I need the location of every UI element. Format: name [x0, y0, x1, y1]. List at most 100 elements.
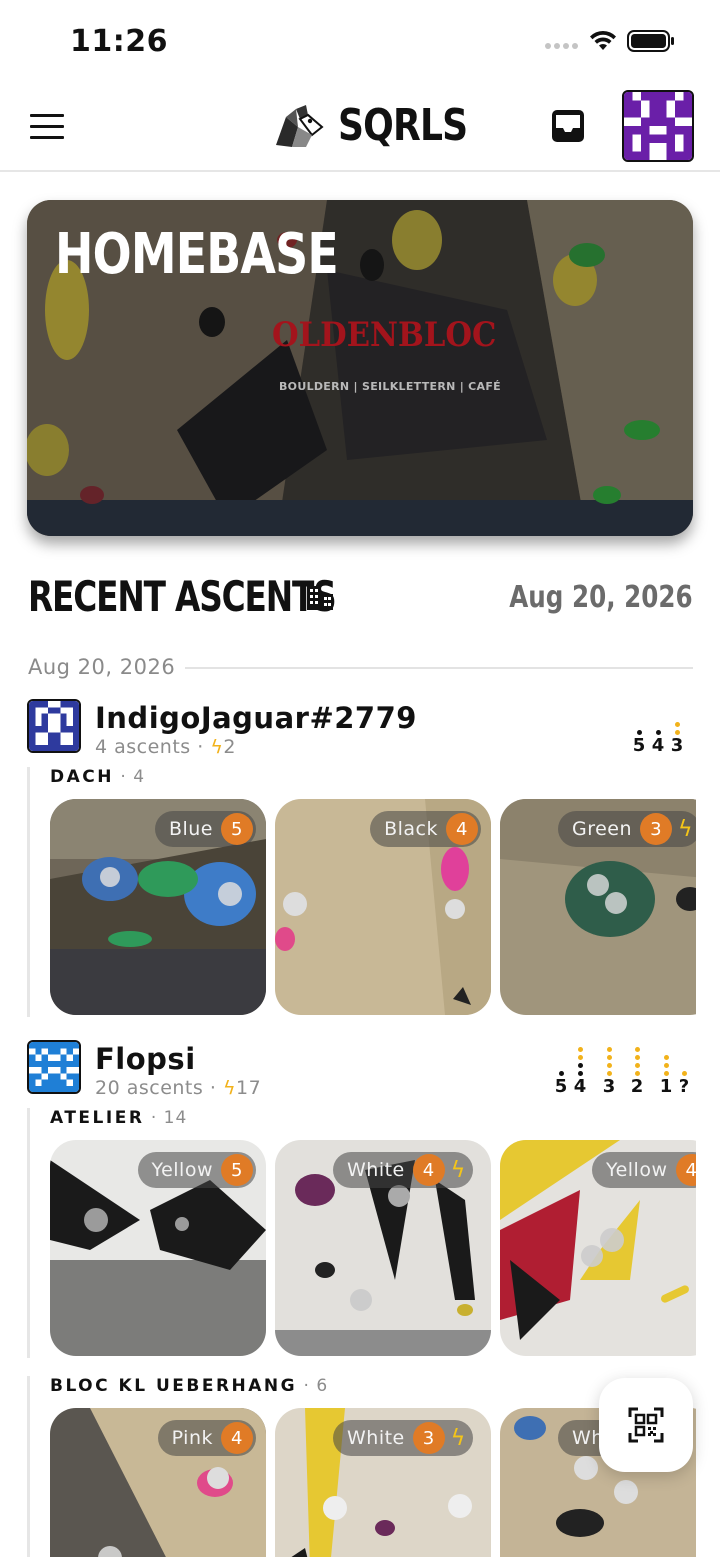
building-icon[interactable] [305, 582, 335, 612]
grade-column: 5 [553, 1071, 569, 1096]
top-nav-bar: SQRLS [0, 80, 720, 172]
gym-area-group: ATELIER · 14 Yellow 5 White 4 ϟ Yellow 4 [27, 1108, 696, 1358]
route-badge: Pink 4 [157, 1420, 256, 1456]
ascent-count: 20 ascents [95, 1077, 204, 1099]
grade-label: ? [678, 1076, 690, 1097]
user-name[interactable]: Flopsi [95, 1042, 196, 1076]
grade-label: 4 [651, 735, 665, 756]
area-label: DACH · 4 [50, 767, 146, 787]
grade-label: 2 [630, 1076, 644, 1097]
wifi-icon [590, 30, 616, 50]
grade-distribution: 5 4 3 [631, 699, 693, 755]
identicon-indigo [29, 701, 79, 751]
gym-area-group: BLOC KL UEBERHANG · 6 Pink 4 White 3 ϟ [27, 1376, 696, 1557]
area-name: ATELIER [50, 1108, 145, 1128]
day-separator: Aug 20, 2026 [28, 655, 693, 683]
area-name: DACH [50, 767, 114, 787]
hold-color: Pink [171, 1427, 213, 1449]
ascent-carousel[interactable]: Yellow 5 White 4 ϟ Yellow 4 [50, 1140, 696, 1358]
gym-tagline: BOULDERN | SEILKLETTERN | CAFÉ [279, 380, 502, 393]
route-badge: White 4 ϟ [333, 1152, 473, 1188]
gym-logo-text: OLDENBLOC [272, 315, 497, 355]
homebase-card[interactable]: HOMEBASE OLDENBLOC BOULDERN | SEILKLETTE… [27, 200, 693, 536]
ascent-tile[interactable]: Yellow 5 [50, 1140, 266, 1356]
route-badge: Blue 5 [154, 811, 256, 847]
battery-icon [627, 30, 674, 52]
grade-badge: 3 [640, 813, 673, 845]
user-avatar[interactable] [27, 699, 81, 753]
area-label: BLOC KL UEBERHANG · 6 [50, 1376, 329, 1396]
qr-code-icon [628, 1407, 664, 1443]
status-bar: 11:26 [0, 0, 720, 80]
grade-badge: 5 [221, 813, 253, 845]
area-count: 6 [316, 1376, 329, 1396]
section-title: RECENT ASCENTS [28, 572, 337, 621]
user-name[interactable]: IndigoJaguar#2779 [95, 701, 417, 735]
hold-color: Yellow [151, 1159, 213, 1181]
area-label: ATELIER · 14 [50, 1108, 188, 1128]
grade-column: 4 [572, 1047, 588, 1096]
flash-icon: ϟ [450, 1425, 466, 1451]
flash-count: 2 [223, 736, 236, 758]
user-stats: 20 ascents · ϟ17 [95, 1077, 262, 1099]
status-time: 11:26 [70, 24, 168, 59]
date-picker[interactable]: Aug 20, 2026 [510, 580, 693, 615]
divider [185, 667, 693, 669]
hamburger-menu-icon[interactable] [30, 114, 64, 140]
ascent-tile[interactable]: Yellow 4 [500, 1140, 696, 1356]
grade-label: 3 [602, 1076, 616, 1097]
grade-badge: 4 [412, 1154, 445, 1186]
hold-color: Black [384, 818, 438, 840]
area-name: BLOC KL UEBERHANG [50, 1376, 298, 1396]
flash-icon: ϟ [210, 736, 224, 758]
day-label: Aug 20, 2026 [28, 655, 176, 679]
grade-distribution: 5 4 3 2 1 ? [553, 1040, 693, 1096]
ascent-tile[interactable]: White 3 ϟ [275, 1408, 491, 1557]
ascent-tile[interactable]: Green 3 ϟ [500, 799, 696, 1015]
profile-avatar[interactable] [622, 90, 694, 162]
cellular-signal-icon [545, 43, 578, 49]
grade-label: 5 [632, 735, 646, 756]
grade-badge: 3 [412, 1422, 445, 1454]
homebase-title: HOMEBASE [55, 222, 339, 287]
grade-label: 4 [573, 1076, 587, 1097]
inbox-icon[interactable] [550, 108, 586, 144]
grade-label: 3 [670, 735, 684, 756]
grade-column: ? [676, 1071, 692, 1096]
hold-color: Yellow [606, 1159, 668, 1181]
grade-badge: 5 [221, 1154, 253, 1186]
gym-area-group: DACH · 4 Blue 5 Black 4 Green 3 ϟ [27, 767, 696, 1017]
route-badge: White 3 ϟ [333, 1420, 473, 1456]
grade-column: 3 [669, 722, 685, 755]
user-avatar[interactable] [27, 1040, 81, 1094]
squirrel-logo-icon [276, 104, 324, 147]
grade-column: 2 [629, 1047, 645, 1096]
area-count: 4 [133, 767, 146, 787]
grade-badge: 4 [446, 813, 478, 845]
ascent-count: 4 ascents [95, 736, 191, 758]
area-count: 14 [163, 1108, 188, 1128]
app-logo: SQRLS [272, 100, 496, 151]
route-badge: Yellow 5 [137, 1152, 256, 1188]
identicon-purple [624, 92, 692, 160]
ascent-carousel[interactable]: Blue 5 Black 4 Green 3 ϟ [50, 799, 696, 1017]
grade-column: 5 [631, 730, 647, 755]
grade-column: 1 [658, 1055, 674, 1096]
grade-column: 3 [601, 1047, 617, 1096]
qr-scan-button[interactable] [599, 1378, 693, 1472]
route-badge: Green 3 ϟ [558, 811, 696, 847]
ascent-tile[interactable]: White 4 ϟ [275, 1140, 491, 1356]
ascent-tile[interactable]: Blue 5 [50, 799, 266, 1015]
grade-badge: 4 [675, 1154, 696, 1186]
ascent-tile[interactable]: Pink 4 [50, 1408, 266, 1557]
hold-color: White [347, 1427, 405, 1449]
hold-color: Blue [168, 818, 213, 840]
hold-color: Green [572, 818, 633, 840]
route-badge: Yellow 4 [592, 1152, 696, 1188]
hold-color: White [347, 1159, 405, 1181]
flash-icon: ϟ [678, 816, 694, 842]
flash-count: 17 [235, 1077, 262, 1099]
ascent-tile[interactable]: Black 4 [275, 799, 491, 1015]
recent-ascents-header: RECENT ASCENTS Aug 20, 2026 [28, 570, 693, 630]
grade-column: 4 [650, 730, 666, 755]
